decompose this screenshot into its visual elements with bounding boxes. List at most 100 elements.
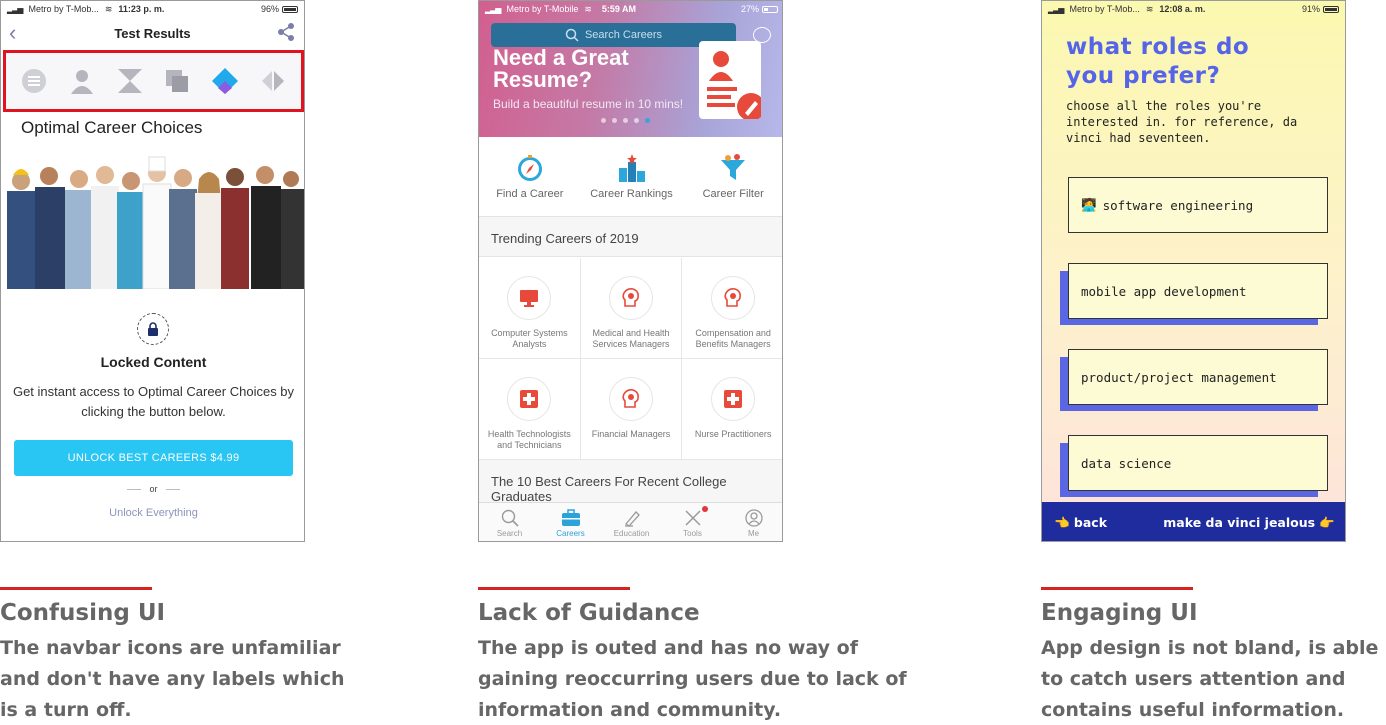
career-tile[interactable]: Health Technologists and Technicians: [479, 359, 581, 460]
section-title: Optimal Career Choices: [21, 118, 203, 137]
battery-label: 91%: [1301, 4, 1320, 14]
signal-icon: ▂▃▅: [7, 4, 24, 14]
diamond-icon[interactable]: [210, 66, 240, 96]
battery-icon: [762, 5, 778, 13]
find-a-career-button[interactable]: Find a Career: [479, 137, 581, 216]
nav-bar: ‹ Test Results: [1, 17, 304, 49]
career-filter-label: Career Filter: [702, 187, 764, 200]
battery-icon: [282, 5, 298, 13]
medical-cross-icon: [711, 377, 756, 421]
share-icon[interactable]: [276, 22, 296, 47]
locked-content-description: Get instant access to Optimal Career Cho…: [12, 384, 295, 419]
instruction-text: choose all the roles you're interested i…: [1066, 99, 1298, 145]
back-chevron-icon[interactable]: ‹: [9, 20, 16, 46]
page-title: Test Results: [114, 25, 191, 41]
phone-screenshot-careers-home: ▂▃▅ Metro by T-Mobile ≋ 5:59 AM 27% Sear…: [478, 0, 783, 542]
caption-text: The navbar icons are unfamiliar and don'…: [0, 637, 345, 721]
podium-icon: [618, 153, 645, 182]
tab-label: Careers: [556, 528, 585, 538]
tab-education[interactable]: Education: [601, 503, 662, 541]
technologist-emoji-icon: 🧑‍💻: [1081, 197, 1097, 212]
unlock-best-careers-button[interactable]: UNLOCK BEST CAREERS $4.99: [14, 440, 293, 476]
clock: 12:08 a. m.: [1159, 4, 1206, 14]
phone-screenshot-role-preference: ▂▃▅ Metro by T-Mob... ≋ 12:08 a. m. 91% …: [1041, 0, 1346, 542]
role-label: software engineering: [1102, 197, 1254, 213]
layers-icon[interactable]: [162, 66, 192, 96]
lock-icon: [137, 313, 169, 345]
tab-me[interactable]: Me: [723, 503, 782, 541]
category-icon-bar: [3, 50, 304, 112]
hourglass-icon[interactable]: [115, 66, 145, 96]
person-icon[interactable]: [67, 66, 97, 96]
monitor-icon: [507, 276, 552, 320]
question-title: what roles do you prefer?: [1066, 33, 1266, 91]
caption-title: Lack of Guidance: [478, 600, 700, 626]
role-option-software-engineering[interactable]: 🧑‍💻 software engineering: [1068, 177, 1328, 233]
trending-section-title: Trending Careers of 2019: [479, 217, 782, 257]
carousel-dots[interactable]: [601, 118, 650, 123]
tab-search[interactable]: Search: [479, 503, 540, 541]
caption-rule: [0, 587, 152, 590]
role-card[interactable]: data science: [1068, 435, 1328, 491]
career-rankings-label: Career Rankings: [590, 187, 673, 200]
carrier-label: Metro by T-Mobile: [506, 4, 579, 14]
tab-label: Me: [747, 528, 760, 538]
professionals-group-photo: [7, 156, 304, 289]
next-button[interactable]: make da vinci jealous 👉: [1163, 515, 1335, 531]
brain-icon: [608, 377, 653, 421]
caption-confusing-ui: Confusing UI The navbar icons are unfami…: [0, 587, 390, 725]
briefcase-icon: [561, 508, 580, 526]
carrier-label: Metro by T-Mob...: [1069, 4, 1140, 14]
role-card[interactable]: mobile app development: [1068, 263, 1328, 319]
role-card[interactable]: 🧑‍💻 software engineering: [1068, 177, 1328, 233]
tab-tools[interactable]: Tools: [662, 503, 723, 541]
career-tile[interactable]: Computer Systems Analysts: [479, 258, 581, 359]
status-bar: ▂▃▅ Metro by T-Mob... ≋ 11:23 p. m. 96%: [1, 1, 304, 17]
notification-badge: [702, 506, 708, 512]
tab-label: Search: [496, 528, 523, 538]
career-label: Financial Managers: [591, 429, 671, 439]
profile-icon: [744, 508, 763, 527]
career-tile[interactable]: Financial Managers: [580, 359, 683, 460]
graduation-icon: [624, 510, 640, 527]
caption-lack-of-guidance: Lack of Guidance The app is outed and ha…: [478, 587, 918, 725]
caption-rule: [478, 587, 630, 590]
career-tile[interactable]: Compensation and Benefits Managers: [682, 258, 782, 359]
question-text: what roles do you prefer?: [1066, 34, 1250, 89]
role-label: product/project management: [1081, 369, 1277, 385]
or-divider: or: [1, 484, 304, 494]
quick-actions: Find a Career Career Rankings Career Fil…: [479, 137, 782, 217]
tab-careers[interactable]: Careers: [540, 503, 601, 541]
status-bar: ▂▃▅ Metro by T-Mobile ≋ 5:59 AM 27%: [479, 1, 782, 17]
unlock-everything-link[interactable]: Unlock Everything: [1, 507, 304, 519]
career-label: Computer Systems Analysts: [491, 328, 568, 349]
battery-icon: [1323, 5, 1339, 13]
wifi-icon: ≋: [1145, 3, 1154, 14]
role-option-mobile-app-development[interactable]: mobile app development: [1060, 263, 1328, 325]
tab-label: Education: [613, 528, 650, 538]
banner-title: Need a Great Resume?: [493, 45, 629, 92]
career-tile[interactable]: Medical and Health Services Managers: [580, 258, 683, 359]
role-label: data science: [1081, 455, 1172, 471]
carrier-label: Metro by T-Mob...: [28, 4, 99, 14]
arrows-icon[interactable]: [258, 66, 288, 96]
role-option-data-science[interactable]: data science: [1060, 435, 1328, 497]
career-tile[interactable]: Nurse Practitioners: [682, 359, 782, 460]
role-option-product-management[interactable]: product/project management: [1060, 349, 1328, 411]
role-card[interactable]: product/project management: [1068, 349, 1328, 405]
resume-promo-banner[interactable]: ▂▃▅ Metro by T-Mobile ≋ 5:59 AM 27% Sear…: [479, 1, 782, 137]
career-rankings-button[interactable]: Career Rankings: [581, 137, 683, 216]
search-placeholder: Search Careers: [584, 29, 663, 41]
funnel-icon: [721, 153, 746, 180]
banner-subtitle: Build a beautiful resume in 10 mins!: [493, 97, 684, 111]
list-icon[interactable]: [19, 66, 49, 96]
bottom-tab-bar: Search Careers Education Tools Me: [479, 502, 782, 541]
brain-icon: [608, 276, 653, 320]
career-filter-button[interactable]: Career Filter: [682, 137, 782, 216]
back-button[interactable]: 👈 back: [1054, 515, 1107, 531]
find-a-career-label: Find a Career: [496, 187, 564, 200]
career-label: Compensation and Benefits Managers: [695, 328, 771, 349]
or-label: or: [149, 484, 158, 494]
clock: 5:59 AM: [601, 4, 637, 14]
clock: 11:23 p. m.: [118, 4, 165, 14]
